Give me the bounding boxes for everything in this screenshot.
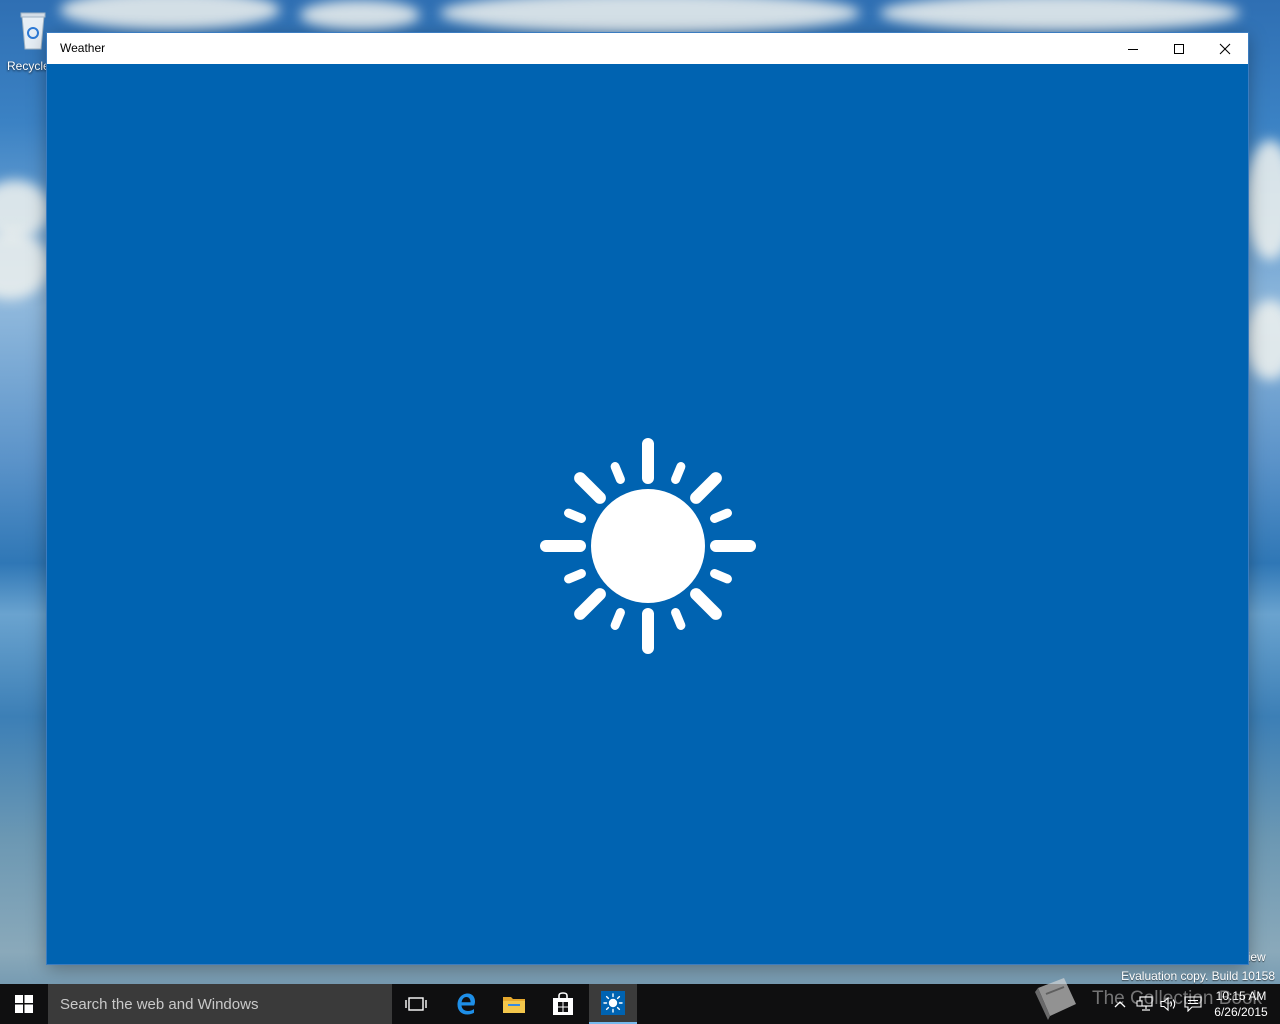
sun-ray bbox=[610, 608, 625, 630]
watermark-edge-text: eview bbox=[1249, 950, 1266, 964]
store-button[interactable] bbox=[539, 984, 587, 1024]
sun-ray bbox=[710, 508, 732, 523]
cloud bbox=[1245, 300, 1280, 380]
cloud bbox=[1245, 140, 1280, 260]
close-icon bbox=[1219, 43, 1231, 54]
maximize-icon bbox=[1174, 43, 1184, 54]
task-view-button[interactable] bbox=[392, 984, 440, 1024]
recycle-bin-icon bbox=[20, 12, 46, 50]
show-hidden-icons-button[interactable] bbox=[1110, 994, 1130, 1014]
network-button[interactable] bbox=[1135, 994, 1155, 1014]
folder-icon bbox=[503, 997, 525, 1013]
window-title: Weather bbox=[60, 41, 106, 55]
cloud bbox=[60, 0, 280, 30]
sun-ray bbox=[610, 462, 625, 484]
cloud bbox=[0, 230, 50, 300]
sun-ray bbox=[690, 472, 722, 504]
cloud bbox=[300, 0, 420, 30]
action-center-button[interactable] bbox=[1183, 994, 1203, 1014]
notification-icon bbox=[1184, 996, 1202, 1012]
edge-browser-button[interactable] bbox=[442, 984, 490, 1024]
weather-window[interactable]: Weather bbox=[47, 33, 1248, 964]
sun-ray bbox=[574, 588, 606, 620]
weather-app-button[interactable] bbox=[589, 984, 637, 1024]
search-box[interactable]: Search the web and Windows bbox=[48, 984, 392, 1024]
sun-ray bbox=[574, 472, 606, 504]
sun-icon bbox=[540, 438, 756, 654]
file-explorer-button[interactable] bbox=[490, 984, 538, 1024]
cloud bbox=[880, 0, 1240, 32]
taskbar: Search the web and Windows The Collectio… bbox=[0, 978, 1280, 1024]
store-icon bbox=[553, 992, 573, 1015]
desktop: Recycle Weather iew Evaluation copy. Bui… bbox=[0, 0, 1280, 1024]
task-view-icon bbox=[405, 997, 427, 1011]
sun-ray bbox=[690, 588, 722, 620]
volume-button[interactable] bbox=[1159, 994, 1179, 1014]
sun-ray bbox=[564, 508, 586, 523]
title-bar[interactable]: Weather bbox=[47, 33, 1248, 64]
windows-logo-icon bbox=[15, 995, 33, 1013]
sun-ray bbox=[564, 569, 586, 584]
edge-icon bbox=[457, 993, 475, 1015]
sun-ray bbox=[710, 569, 732, 584]
minimize-icon bbox=[1128, 48, 1138, 50]
clock-time: 10:15 AM bbox=[1215, 989, 1267, 1003]
sun-ray bbox=[671, 608, 686, 630]
chevron-up-icon bbox=[1114, 1001, 1126, 1008]
minimize-button[interactable] bbox=[1110, 33, 1156, 64]
system-clock[interactable]: 10:15 AM 6/26/2015 bbox=[1208, 988, 1274, 1020]
cloud bbox=[440, 0, 860, 34]
speaker-icon bbox=[1160, 996, 1176, 1012]
book-icon bbox=[1035, 978, 1076, 1020]
sun-icon bbox=[601, 991, 625, 1015]
maximize-button[interactable] bbox=[1156, 33, 1202, 64]
close-button[interactable] bbox=[1202, 33, 1248, 64]
sun-ray bbox=[671, 462, 686, 484]
clock-date: 6/26/2015 bbox=[1214, 1005, 1268, 1019]
weather-splash-screen bbox=[47, 64, 1248, 964]
network-icon bbox=[1136, 996, 1153, 1011]
start-button[interactable] bbox=[0, 984, 48, 1024]
recycle-bin-label: Recycle bbox=[7, 59, 50, 73]
search-placeholder: Search the web and Windows bbox=[60, 996, 259, 1013]
